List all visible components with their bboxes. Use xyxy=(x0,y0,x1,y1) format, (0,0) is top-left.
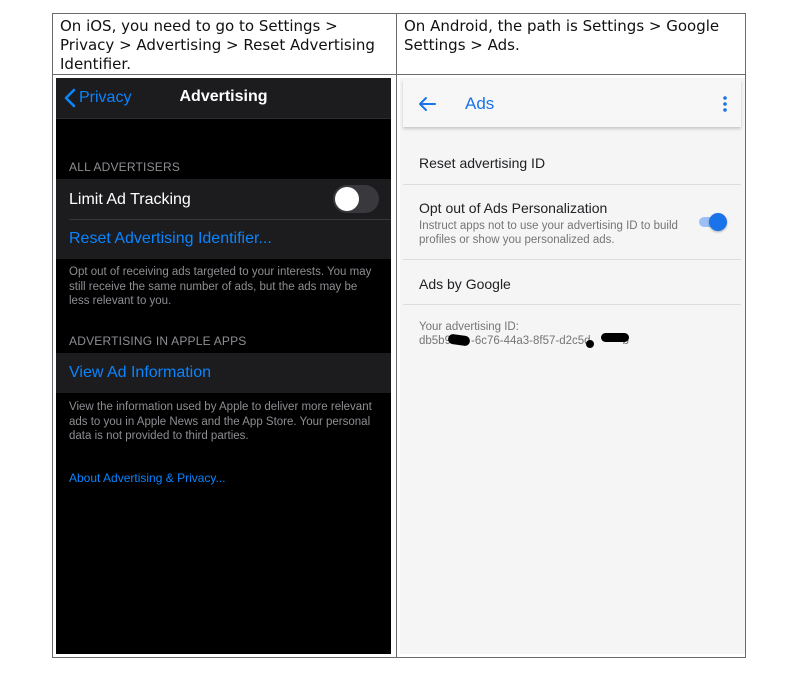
limit-ad-tracking-label: Limit Ad Tracking xyxy=(69,191,191,208)
ios-section-all-advertisers: ALL ADVERTISERS xyxy=(69,160,181,174)
limit-ad-tracking-toggle[interactable] xyxy=(333,185,379,213)
advertising-id-part2: -6c76-44a3-8f57-d2c5d xyxy=(470,335,591,347)
ios-section-apple-apps: ADVERTISING IN APPLE APPS xyxy=(69,334,247,348)
ads-by-google-label: Ads by Google xyxy=(419,276,511,292)
ios-apple-footer: View the information used by Apple to de… xyxy=(69,401,372,442)
comparison-table: On iOS, you need to go to Settings > Pri… xyxy=(52,13,746,658)
more-vert-icon[interactable] xyxy=(722,94,728,114)
android-ads-screen: Ads Reset advertising ID Opt out of Ads … xyxy=(400,78,745,654)
redaction-mark xyxy=(586,340,594,348)
about-advertising-privacy-link[interactable]: About Advertising & Privacy... xyxy=(69,471,377,486)
android-page-title: Ads xyxy=(465,94,495,113)
switch-thumb xyxy=(709,213,727,231)
reset-advertising-identifier-button[interactable]: Reset Advertising Identifier... xyxy=(69,230,272,248)
opt-out-switch[interactable] xyxy=(699,211,727,233)
ios-opt-out-footer: Opt out of receiving ads targeted to you… xyxy=(69,266,372,307)
android-caption: On Android, the path is Settings > Googl… xyxy=(404,17,720,54)
advertising-id-part1: db5b9 xyxy=(419,335,451,347)
opt-out-title: Opt out of Ads Personalization xyxy=(419,200,608,216)
arrow-left-icon[interactable] xyxy=(416,93,438,115)
ios-page-title: Advertising xyxy=(179,88,268,105)
ios-nav-bar: Privacy Advertising xyxy=(56,78,391,119)
reset-advertising-id-item[interactable]: Reset advertising ID xyxy=(403,133,741,183)
advertising-id-section: Your advertising ID: db5b9 -6c76-44a3-8f5… xyxy=(403,305,741,355)
redaction-mark xyxy=(601,333,629,342)
toggle-knob xyxy=(335,187,359,211)
android-app-bar: Ads xyxy=(403,80,741,127)
view-ad-information-button[interactable]: View Ad Information xyxy=(69,364,211,382)
ios-advertisers-group: Limit Ad Tracking Reset Advertising Iden… xyxy=(56,179,391,259)
opt-out-description: Instruct apps not to use your advertisin… xyxy=(419,220,678,246)
reset-advertising-id-label: Reset advertising ID xyxy=(419,155,546,171)
ads-by-google-item[interactable]: Ads by Google xyxy=(403,260,741,304)
opt-out-ads-personalization-item[interactable]: Opt out of Ads Personalization Instruct … xyxy=(403,185,741,259)
advertising-id-label: Your advertising ID: xyxy=(419,321,519,333)
column-divider xyxy=(396,14,397,657)
ios-apple-apps-group: View Ad Information xyxy=(56,353,391,393)
row-divider xyxy=(53,74,745,75)
ios-row-separator xyxy=(69,219,391,220)
ios-advertising-screen: Privacy Advertising ALL ADVERTISERS Limi… xyxy=(56,78,391,654)
ios-caption: On iOS, you need to go to Settings > Pri… xyxy=(60,17,375,73)
